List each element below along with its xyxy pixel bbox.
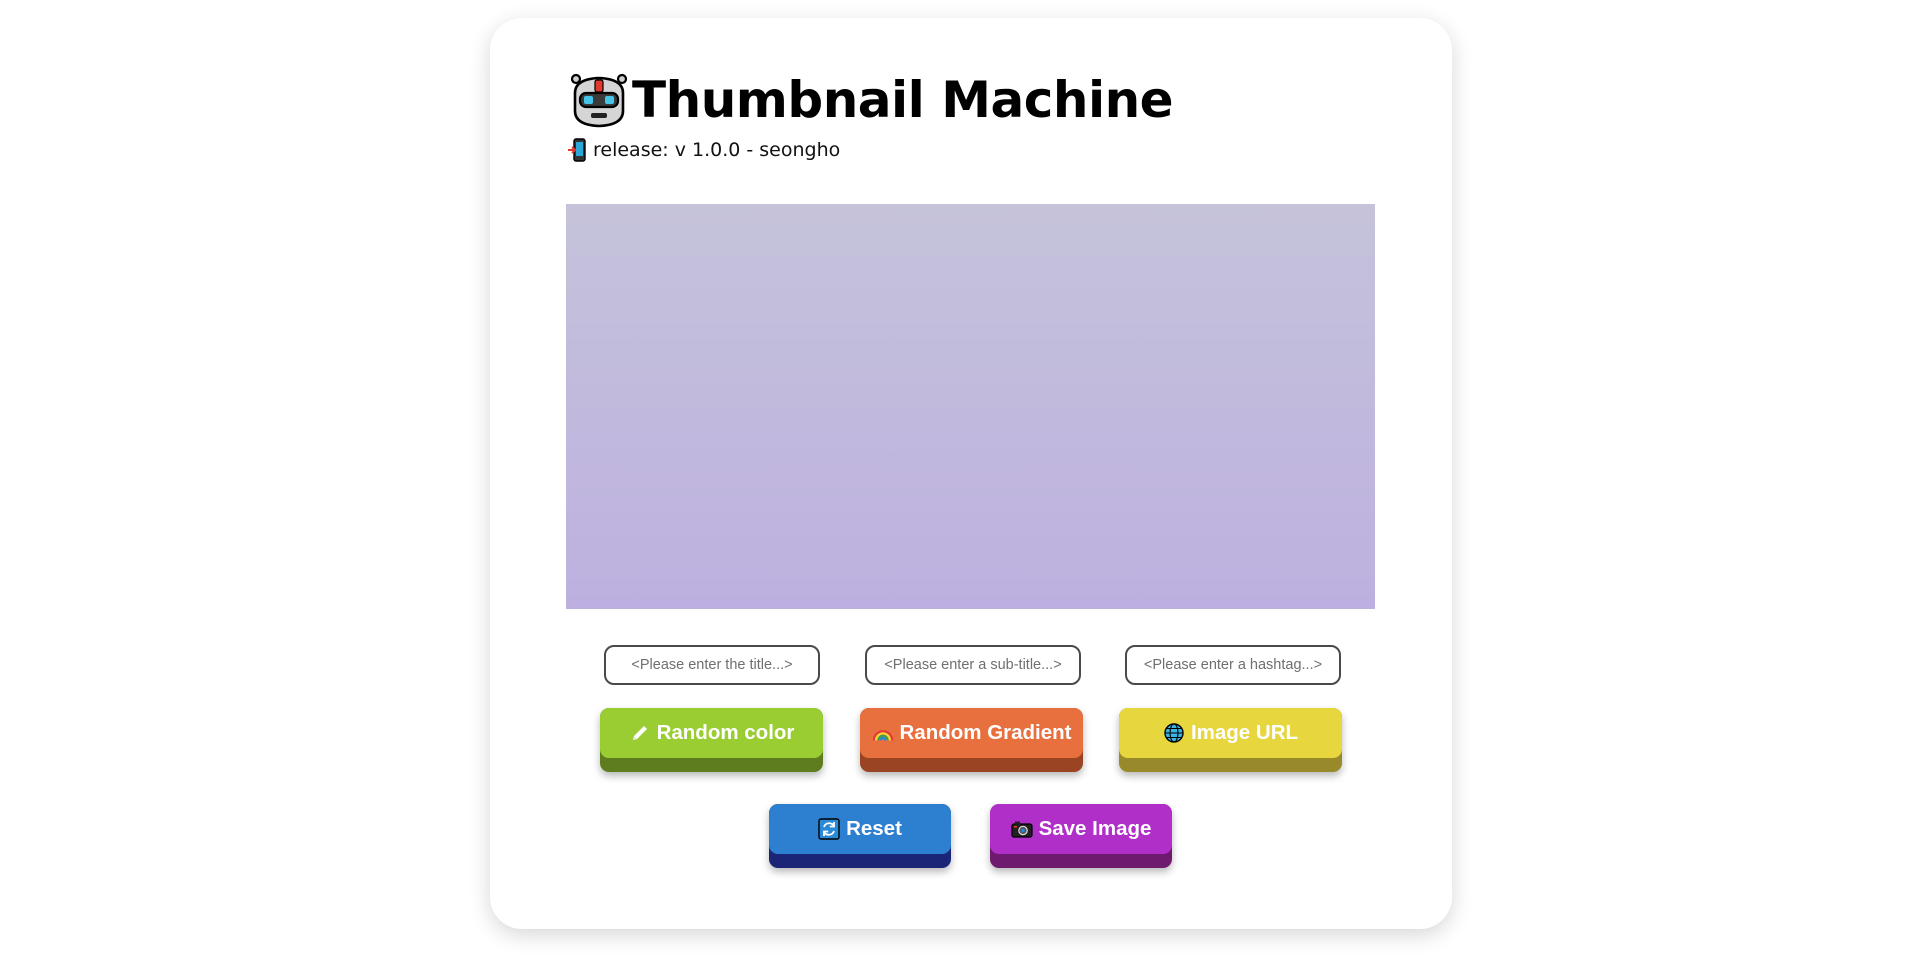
random-color-label: Random color [656,721,795,744]
random-color-button[interactable]: Random color [600,708,823,772]
random-gradient-label: Random Gradient [899,721,1072,744]
title-input[interactable] [604,645,820,685]
globe-icon [1164,723,1184,743]
mobile-phone-arrow-icon [568,138,586,162]
hashtag-input[interactable] [1125,645,1341,685]
release-row: release: v 1.0.0 - seongho [567,138,1173,162]
header: Thumbnail Machine release: v 1.0.0 - seo… [567,70,1174,162]
app-title: Thumbnail Machine [632,71,1174,129]
refresh-icon [818,818,840,840]
image-url-label: Image URL [1190,721,1299,744]
image-url-button[interactable]: Image URL [1119,708,1342,772]
reset-label: Reset [846,817,902,840]
save-image-label: Save Image [1038,817,1152,840]
title-row: Thumbnail Machine [570,70,1174,130]
pencil-icon [632,726,647,740]
rainbow-icon [872,730,893,741]
main-card: Thumbnail Machine release: v 1.0.0 - seo… [490,18,1452,929]
release-text: release: v 1.0.0 - seongho [593,139,841,161]
random-gradient-button[interactable]: Random Gradient [860,708,1083,772]
subtitle-input[interactable] [865,645,1081,685]
camera-icon [1010,821,1033,838]
save-image-button[interactable]: Save Image [990,804,1172,868]
reset-button[interactable]: Reset [769,804,951,868]
robot-icon [570,73,628,128]
thumbnail-preview-canvas[interactable] [566,204,1375,609]
